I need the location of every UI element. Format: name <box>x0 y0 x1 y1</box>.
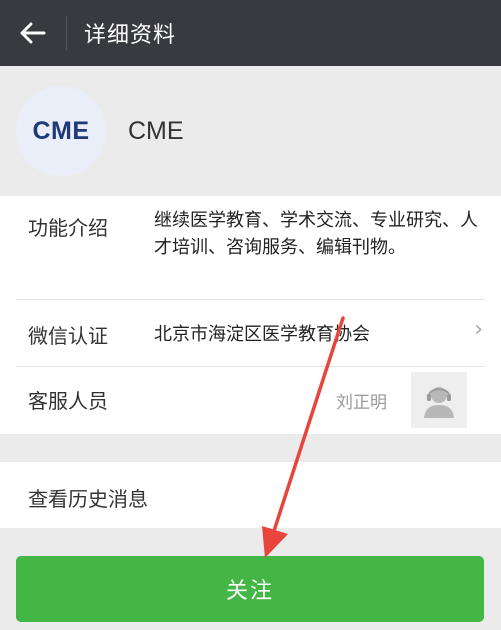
chevron-right-icon: › <box>474 317 483 342</box>
avatar[interactable]: CME <box>16 86 106 176</box>
follow-button[interactable]: 关注 <box>16 556 484 622</box>
customer-service-label: 客服人员 <box>28 389 108 413</box>
header-divider <box>66 16 67 50</box>
certification-label: 微信认证 <box>28 324 108 348</box>
service-staff-avatar[interactable] <box>411 372 467 428</box>
page-title: 详细资料 <box>84 23 177 48</box>
back-button[interactable] <box>0 0 66 66</box>
profile-header: CME CME <box>0 66 501 196</box>
wechat-certification-row[interactable]: 微信认证 北京市海淀区医学教育协会 › <box>0 300 501 366</box>
history-messages-label: 查看历史消息 <box>28 487 148 511</box>
function-intro-value: 继续医学教育、学术交流、专业研究、人才培训、咨询服务、编辑刊物。 <box>154 210 478 258</box>
person-headset-icon <box>424 387 454 418</box>
service-staff-name: 刘正明 <box>336 393 387 413</box>
function-intro-row: 功能介绍 继续医学教育、学术交流、专业研究、人才培训、咨询服务、编辑刊物。 <box>0 196 501 299</box>
avatar-logo-text: CME <box>32 116 90 145</box>
top-bar: 详细资料 <box>0 0 501 66</box>
certification-value: 北京市海淀区医学教育协会 <box>154 324 370 345</box>
function-intro-label: 功能介绍 <box>28 216 108 240</box>
account-name: CME <box>128 116 184 145</box>
customer-service-row[interactable]: 客服人员 刘正明 <box>0 367 501 434</box>
arrow-left-icon <box>20 22 46 44</box>
history-messages-row[interactable]: 查看历史消息 <box>0 462 501 528</box>
info-card: 功能介绍 继续医学教育、学术交流、专业研究、人才培训、咨询服务、编辑刊物。 微信… <box>0 196 501 434</box>
